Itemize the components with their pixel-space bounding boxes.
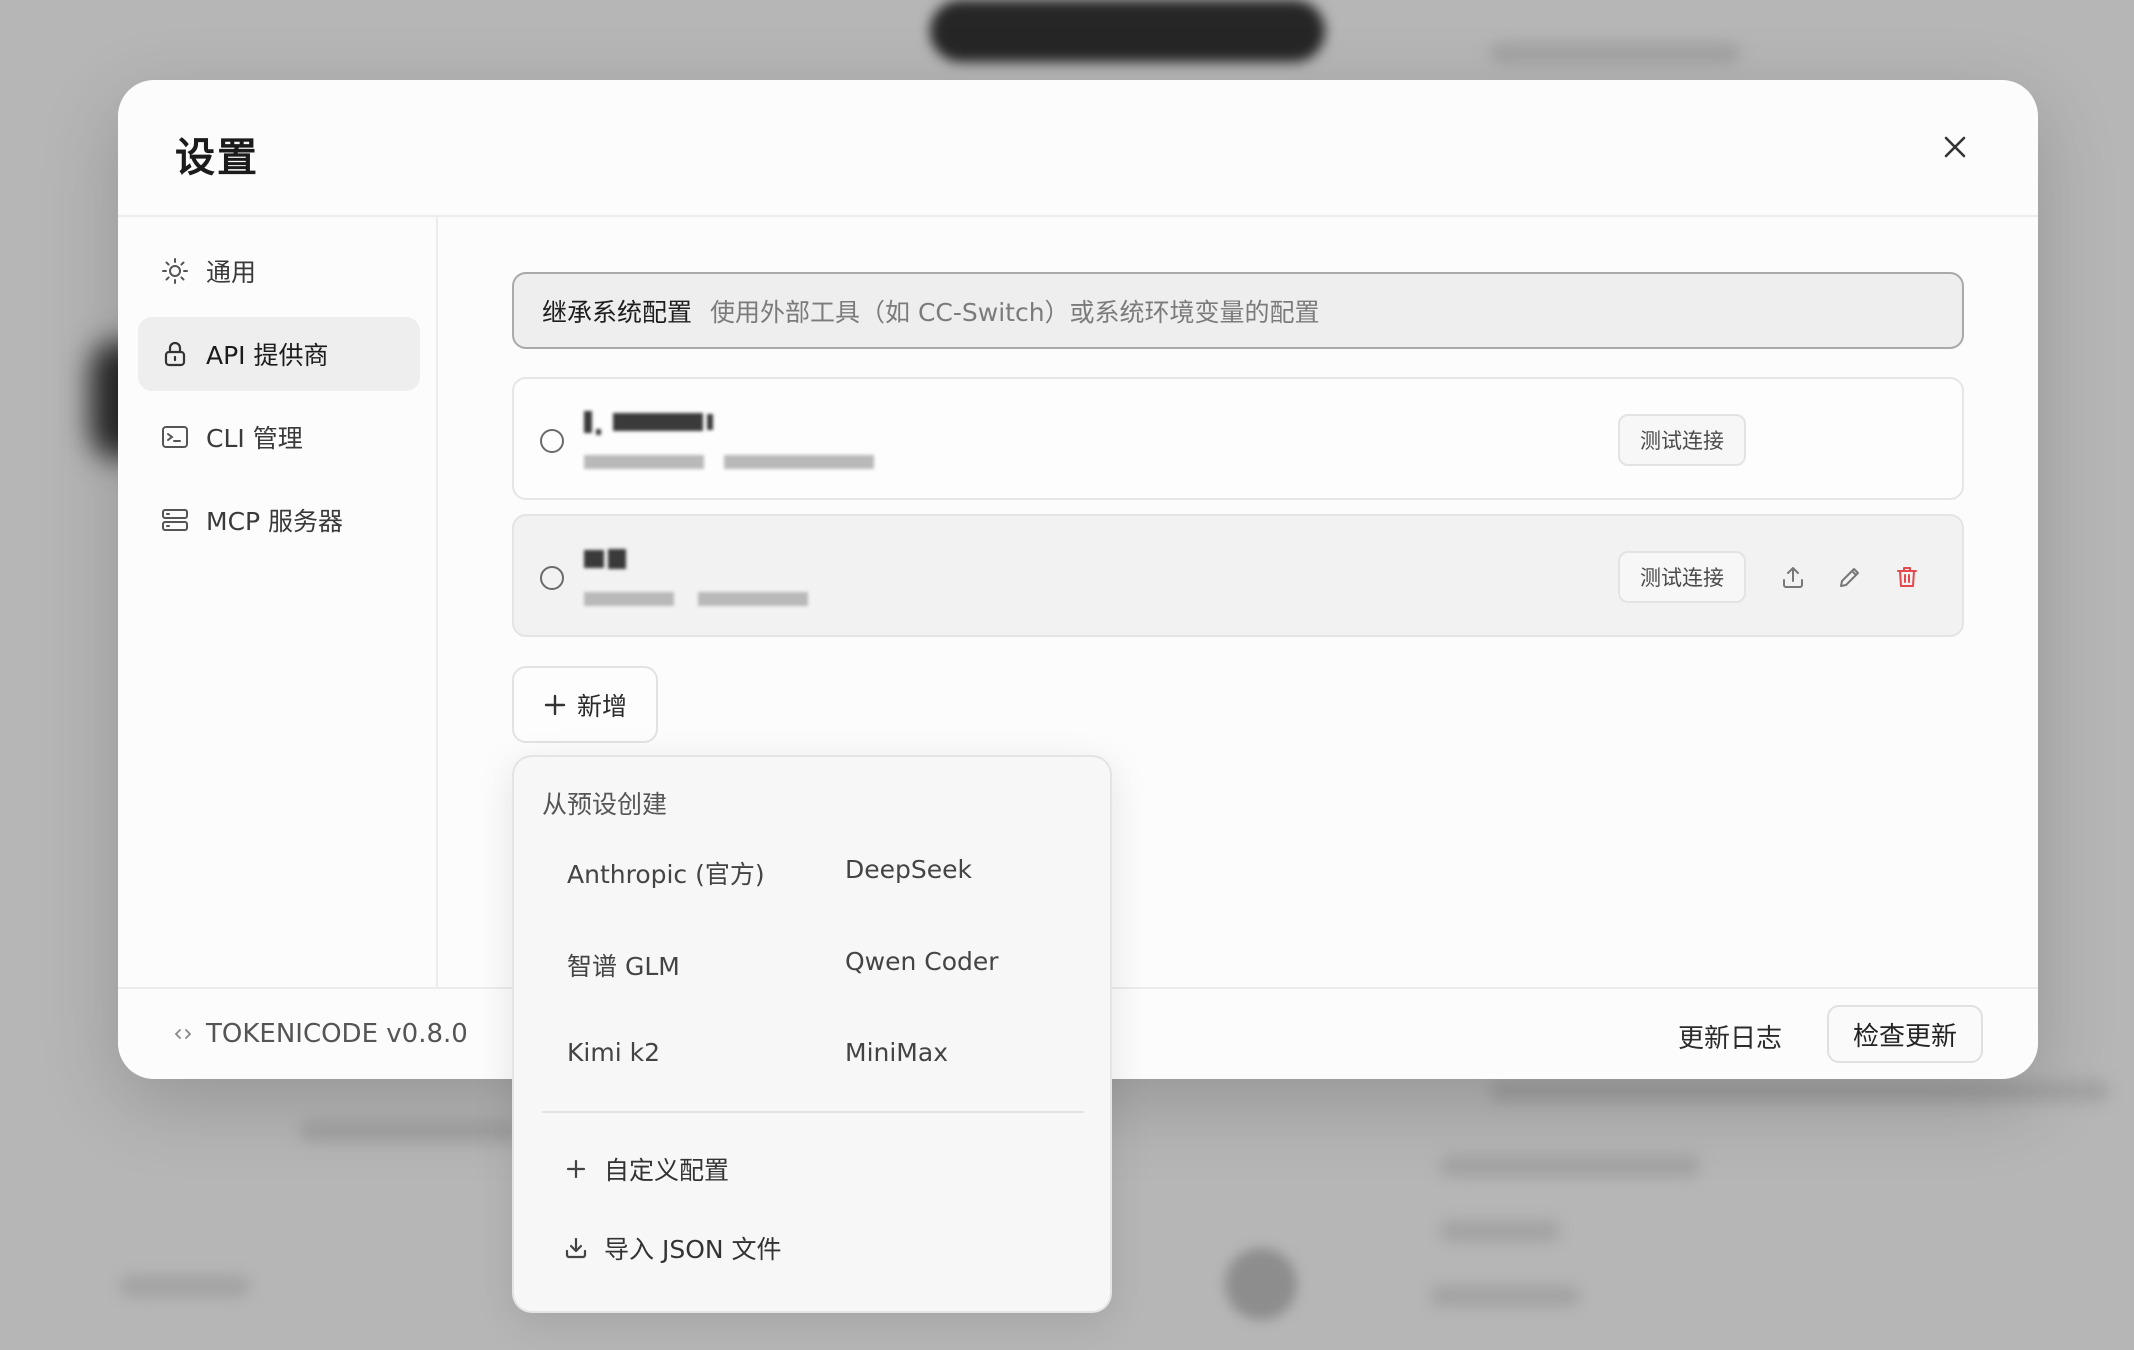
preset-qwen-coder[interactable]: Qwen Coder — [845, 947, 999, 976]
close-button[interactable] — [1940, 132, 1970, 162]
provider-radio[interactable] — [540, 566, 564, 590]
version-label: TOKENICODE v0.8.0 — [206, 1019, 468, 1049]
server-icon — [160, 505, 190, 535]
sidebar-item-label: API 提供商 — [206, 341, 329, 370]
export-button[interactable] — [1776, 560, 1810, 594]
test-connection-button[interactable]: 测试连接 — [1618, 414, 1746, 466]
background-text — [1490, 42, 1740, 64]
preset-glm[interactable]: 智谱 GLM — [567, 947, 680, 983]
delete-button[interactable] — [1890, 560, 1924, 594]
dropdown-title: 从预设创建 — [542, 790, 668, 819]
add-provider-button[interactable]: 新增 — [512, 666, 658, 743]
dialog-header: 设置 — [118, 80, 2038, 217]
pencil-icon — [1840, 568, 1859, 587]
upload-icon — [1783, 567, 1803, 588]
preset-dropdown-menu: 从预设创建 Anthropic (官方) DeepSeek 智谱 GLM Qwe… — [512, 755, 1112, 1313]
dropdown-divider — [542, 1111, 1084, 1113]
code-icon — [174, 1029, 192, 1039]
background-text — [300, 1120, 520, 1142]
close-icon — [1944, 136, 1966, 158]
preset-anthropic[interactable]: Anthropic (官方) — [567, 855, 765, 891]
background-text — [1430, 1285, 1580, 1307]
download-icon — [565, 1237, 587, 1259]
preset-deepseek[interactable]: DeepSeek — [845, 855, 972, 884]
app-version: TOKENICODE v0.8.0 — [174, 1019, 468, 1049]
sidebar-item-mcp[interactable]: MCP 服务器 — [138, 483, 420, 557]
edit-button[interactable] — [1833, 560, 1867, 594]
sidebar-item-general[interactable]: 通用 — [138, 234, 420, 308]
plus-icon — [566, 1159, 586, 1179]
sidebar-item-label: MCP 服务器 — [206, 507, 344, 536]
background-text — [1490, 1080, 2110, 1102]
sidebar-item-api-providers[interactable]: API 提供商 — [138, 317, 420, 391]
trash-icon — [1897, 567, 1917, 587]
custom-config-item[interactable]: 自定义配置 — [564, 1151, 729, 1187]
background-pill — [930, 0, 1325, 62]
settings-sidebar: 通用 API 提供商 CLI 管理 MCP 服务器 — [118, 217, 438, 987]
provider-url-redacted — [584, 590, 808, 608]
provider-card[interactable]: 测试连接 — [512, 377, 1964, 500]
terminal-icon — [160, 422, 190, 452]
changelog-link[interactable]: 更新日志 — [1678, 1018, 1782, 1055]
custom-config-label: 自定义配置 — [604, 1156, 730, 1185]
provider-url-redacted — [584, 453, 874, 471]
preset-minimax[interactable]: MiniMax — [845, 1038, 948, 1067]
sidebar-item-label: 通用 — [206, 258, 257, 287]
provider-card[interactable]: 测试连接 — [512, 514, 1964, 637]
import-json-item[interactable]: 导入 JSON 文件 — [564, 1230, 782, 1266]
background-shape — [1225, 1248, 1297, 1320]
background-text — [120, 1275, 250, 1297]
plus-icon — [544, 694, 566, 715]
sidebar-item-label: CLI 管理 — [206, 424, 303, 453]
provider-radio[interactable] — [540, 429, 564, 453]
inherit-system-config-option[interactable]: 继承系统配置 使用外部工具（如 CC-Switch）或系统环境变量的配置 — [512, 272, 1964, 349]
check-update-button[interactable]: 检查更新 — [1827, 1005, 1983, 1063]
inherit-label: 继承系统配置 — [542, 297, 693, 327]
provider-name-redacted — [584, 409, 713, 435]
background-text — [1440, 1220, 1560, 1242]
provider-name-redacted — [584, 546, 626, 572]
sidebar-item-cli[interactable]: CLI 管理 — [138, 400, 420, 474]
inherit-description: 使用外部工具（如 CC-Switch）或系统环境变量的配置 — [710, 297, 1320, 327]
dialog-title: 设置 — [175, 135, 259, 181]
test-connection-button[interactable]: 测试连接 — [1618, 551, 1746, 603]
add-label: 新增 — [576, 691, 627, 721]
preset-kimi[interactable]: Kimi k2 — [567, 1038, 660, 1067]
sun-icon — [160, 256, 190, 286]
lock-icon — [160, 339, 190, 369]
import-json-label: 导入 JSON 文件 — [604, 1235, 782, 1264]
background-text — [1440, 1155, 1700, 1177]
